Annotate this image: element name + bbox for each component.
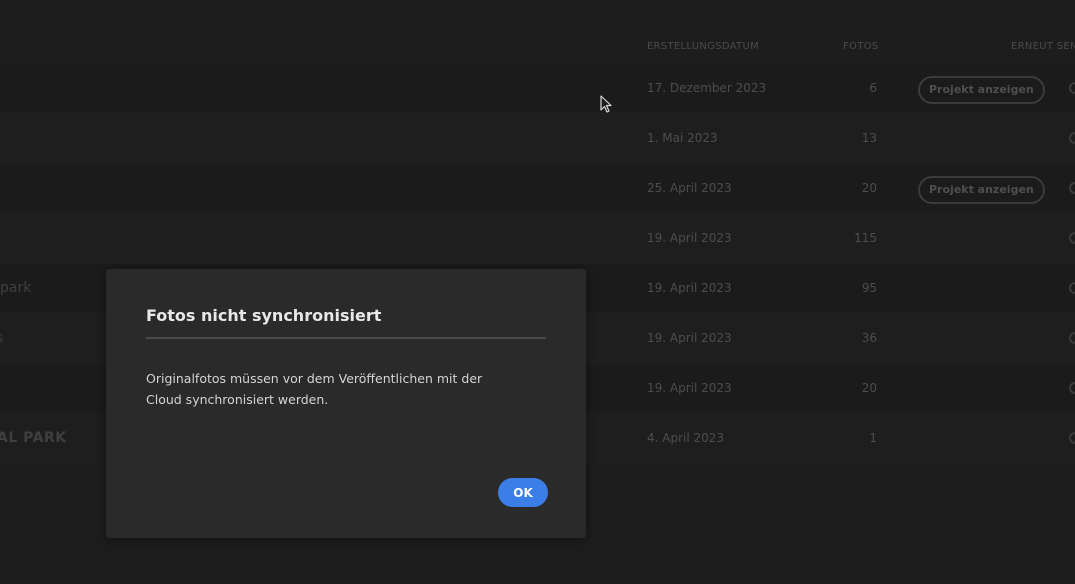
row-date: 19. April 2023 bbox=[647, 231, 732, 245]
row-name: AL PARK bbox=[0, 430, 67, 446]
resend-icon[interactable] bbox=[1069, 232, 1075, 244]
row-date: 19. April 2023 bbox=[647, 331, 732, 345]
table-row[interactable]: 25. April 2023 20 Projekt anzeigen bbox=[0, 163, 1075, 214]
row-date: 4. April 2023 bbox=[647, 431, 725, 445]
row-name: s bbox=[0, 330, 3, 346]
view-project-button[interactable]: Projekt anzeigen bbox=[918, 176, 1045, 204]
row-date: 19. April 2023 bbox=[647, 281, 732, 295]
mouse-cursor-icon bbox=[600, 95, 612, 113]
row-date: 25. April 2023 bbox=[647, 181, 732, 195]
resend-icon[interactable] bbox=[1069, 182, 1075, 194]
dialog-divider bbox=[146, 337, 546, 339]
resend-icon[interactable] bbox=[1069, 132, 1075, 144]
resend-icon[interactable] bbox=[1069, 82, 1075, 94]
column-header-resend[interactable]: ERNEUT SEN bbox=[1011, 41, 1075, 52]
column-header-photos[interactable]: FOTOS bbox=[843, 41, 878, 52]
row-name: park bbox=[0, 280, 32, 296]
resend-icon[interactable] bbox=[1069, 432, 1075, 444]
row-photo-count: 36 bbox=[861, 331, 877, 345]
resend-icon[interactable] bbox=[1069, 382, 1075, 394]
row-date: 1. Mai 2023 bbox=[647, 131, 718, 145]
row-photo-count: 1 bbox=[869, 431, 877, 445]
project-list-page: ERSTELLUNGSDATUM FOTOS ERNEUT SEN 17. De… bbox=[0, 0, 1075, 584]
row-photo-count: 115 bbox=[854, 231, 877, 245]
resend-icon[interactable] bbox=[1069, 332, 1075, 344]
table-row[interactable]: 19. April 2023 115 bbox=[0, 213, 1075, 264]
resend-icon[interactable] bbox=[1069, 282, 1075, 294]
view-project-button[interactable]: Projekt anzeigen bbox=[918, 76, 1045, 104]
row-date: 19. April 2023 bbox=[647, 381, 732, 395]
row-date: 17. Dezember 2023 bbox=[647, 81, 767, 95]
row-photo-count: 6 bbox=[869, 81, 877, 95]
table-row[interactable]: 1. Mai 2023 13 bbox=[0, 113, 1075, 164]
row-photo-count: 95 bbox=[861, 281, 877, 295]
column-header-created[interactable]: ERSTELLUNGSDATUM bbox=[647, 41, 759, 52]
dialog-message: Originalfotos müssen vor dem Veröffentli… bbox=[146, 371, 483, 407]
table-row[interactable]: 17. Dezember 2023 6 Projekt anzeigen bbox=[0, 63, 1075, 114]
row-photo-count: 20 bbox=[861, 181, 877, 195]
sync-warning-dialog: Fotos nicht synchronisiert Originalfotos… bbox=[106, 269, 586, 538]
row-photo-count: 13 bbox=[861, 131, 877, 145]
ok-button[interactable]: OK bbox=[498, 478, 548, 507]
row-photo-count: 20 bbox=[861, 381, 877, 395]
dialog-title: Fotos nicht synchronisiert bbox=[146, 306, 382, 325]
